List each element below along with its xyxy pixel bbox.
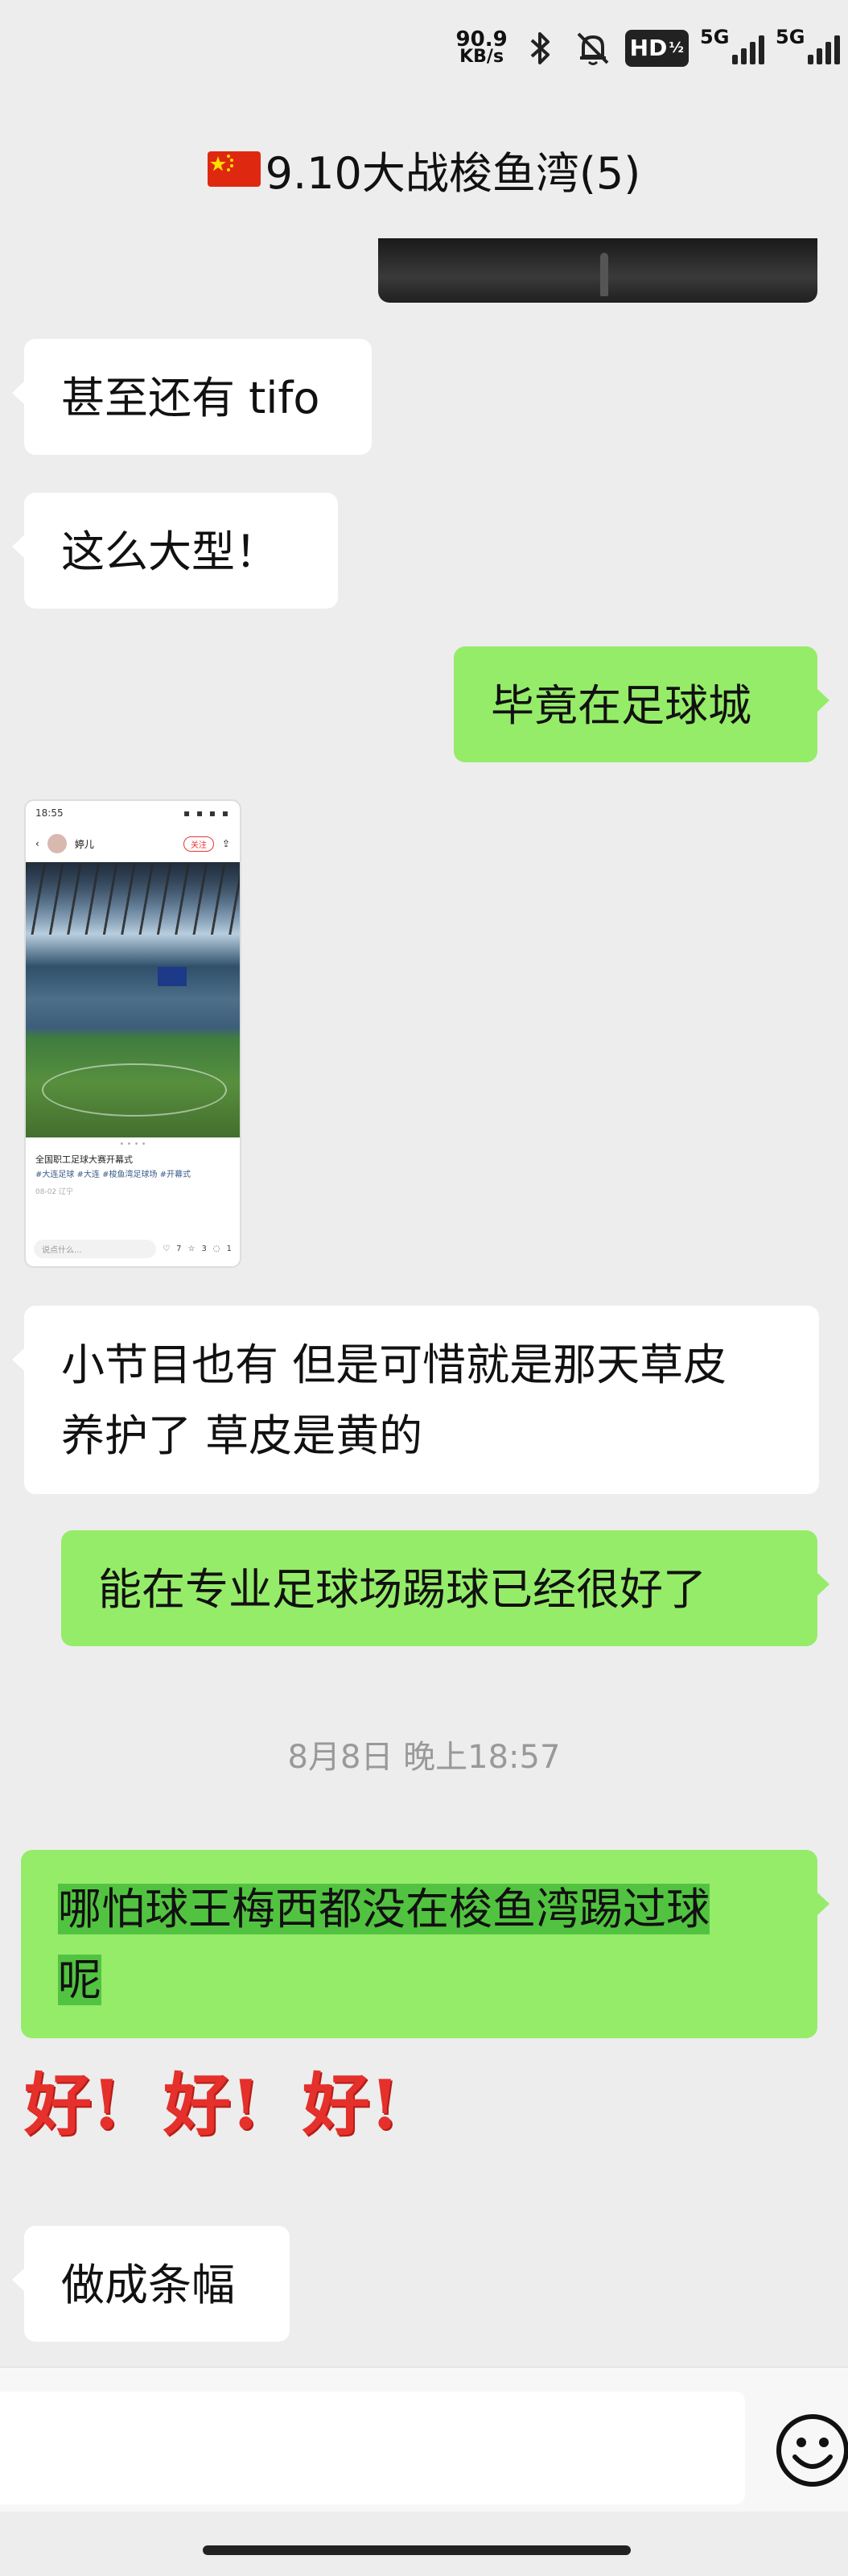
- thumb-time: 18:55: [35, 807, 64, 819]
- message-bubble-sent[interactable]: 能在专业足球场踢球已经很好了: [61, 1530, 829, 1646]
- sim1-label: 5G: [700, 26, 730, 48]
- back-arrow-icon: ‹: [35, 838, 39, 849]
- stadium-screen: [158, 967, 187, 986]
- message-bubble-received[interactable]: 这么大型！: [12, 493, 338, 609]
- selected-text: 哪怕球王梅西都没在梭鱼湾踢过球: [58, 1884, 710, 1934]
- star-icon: ☆: [187, 1244, 196, 1253]
- network-speed-value: 90.9: [455, 27, 508, 52]
- thumb-likes: 7: [176, 1244, 182, 1253]
- sticker-word: 好!: [163, 2065, 261, 2145]
- message-text: 这么大型！: [61, 526, 278, 577]
- image-figure: [600, 253, 608, 296]
- message-timestamp: 8月8日 晚上18:57: [287, 1739, 561, 1776]
- thumb-follow-button: 关注: [183, 836, 214, 852]
- hd-label: HD: [629, 35, 668, 61]
- carousel-dots: • • • •: [119, 1140, 146, 1149]
- thumb-status-bar: 18:55 ▪ ▪ ▪ ▪: [35, 807, 230, 819]
- stadium-photo: [26, 862, 240, 1137]
- message-text-line: 哪怕球王梅西都没在梭鱼湾踢过球: [58, 1874, 780, 1945]
- avatar: [47, 834, 67, 853]
- emoji-face-icon[interactable]: [774, 2412, 848, 2489]
- thumb-actions: 说点什么... ♡ 7 ☆ 3 ◌ 1: [26, 1231, 240, 1266]
- sent-image-message[interactable]: [378, 238, 817, 303]
- thumb-comment-input: 说点什么...: [34, 1239, 157, 1258]
- message-bubble-received[interactable]: 小节目也有 但是可惜就是那天草皮 养护了 草皮是黄的: [12, 1306, 819, 1494]
- chat-title[interactable]: 9.10大战梭鱼湾(5): [266, 138, 641, 201]
- thumb-comments: 1: [226, 1244, 232, 1253]
- message-text: 毕竟在足球城: [491, 680, 751, 731]
- status-bar: 90.9 KB/s HD ½ 5G 5G: [0, 0, 848, 97]
- sim2-label: 5G: [776, 26, 805, 48]
- message-text-line: 养护了 草皮是黄的: [61, 1410, 423, 1461]
- hd-call-icon: HD ½: [624, 30, 689, 67]
- thumb-tags: #大连足球 #大连 #梭鱼湾足球场 #开幕式: [35, 1170, 191, 1179]
- message-text: 能在专业足球场踢球已经很好了: [98, 1564, 706, 1615]
- share-icon: ⇪: [221, 838, 230, 849]
- message-bubble-received[interactable]: 甚至还有 tifo: [12, 339, 372, 455]
- sticker-message[interactable]: 好! 好! 好!: [24, 2065, 400, 2145]
- input-bar: [0, 2367, 848, 2512]
- tifo-pattern: [42, 1063, 227, 1117]
- network-speed-unit: KB/s: [459, 47, 504, 67]
- comment-icon: ◌: [212, 1244, 220, 1253]
- message-bubble-sent[interactable]: 毕竟在足球城: [454, 646, 829, 762]
- thumb-date: 08-02 辽宁: [35, 1188, 74, 1196]
- sticker-word: 好!: [24, 2065, 121, 2145]
- sticker-word: 好!: [302, 2065, 400, 2145]
- china-flag-icon: [207, 151, 261, 187]
- signal-icon-sim2: 5G: [776, 26, 840, 71]
- thumb-post-header: ‹ 婷儿 关注 ⇪: [26, 825, 240, 862]
- thumb-caption: 全国职工足球大赛开幕式: [35, 1154, 133, 1165]
- mute-bell-icon: [577, 32, 609, 65]
- network-speed: 90.9 KB/s: [455, 27, 508, 67]
- message-bubble-sent[interactable]: 哪怕球王梅西都没在梭鱼湾踢过球 呢: [21, 1850, 829, 2038]
- message-text-line: 小节目也有 但是可惜就是那天草皮: [61, 1340, 727, 1390]
- received-image-message[interactable]: 18:55 ▪ ▪ ▪ ▪ ‹ 婷儿 关注 ⇪ • • • • 全国职工足球大赛…: [24, 799, 241, 1268]
- message-bubble-received[interactable]: 做成条幅: [12, 2226, 290, 2342]
- chat-header: 9.10大战梭鱼湾(5): [0, 121, 848, 217]
- thumb-author: 婷儿: [74, 838, 94, 850]
- bluetooth-icon: [530, 32, 550, 64]
- message-text: 甚至还有 tifo: [61, 373, 320, 423]
- signal-icon-sim1: 5G: [700, 26, 764, 71]
- stadium-roof: [26, 862, 240, 935]
- heart-icon: ♡: [163, 1244, 171, 1253]
- message-text-line: 呢: [58, 1945, 780, 2016]
- selected-text: 呢: [58, 1955, 101, 2005]
- message-input[interactable]: [0, 2392, 745, 2504]
- home-indicator[interactable]: [203, 2545, 631, 2555]
- message-text: 做成条幅: [61, 2260, 235, 2310]
- thumb-stars: 3: [201, 1244, 207, 1253]
